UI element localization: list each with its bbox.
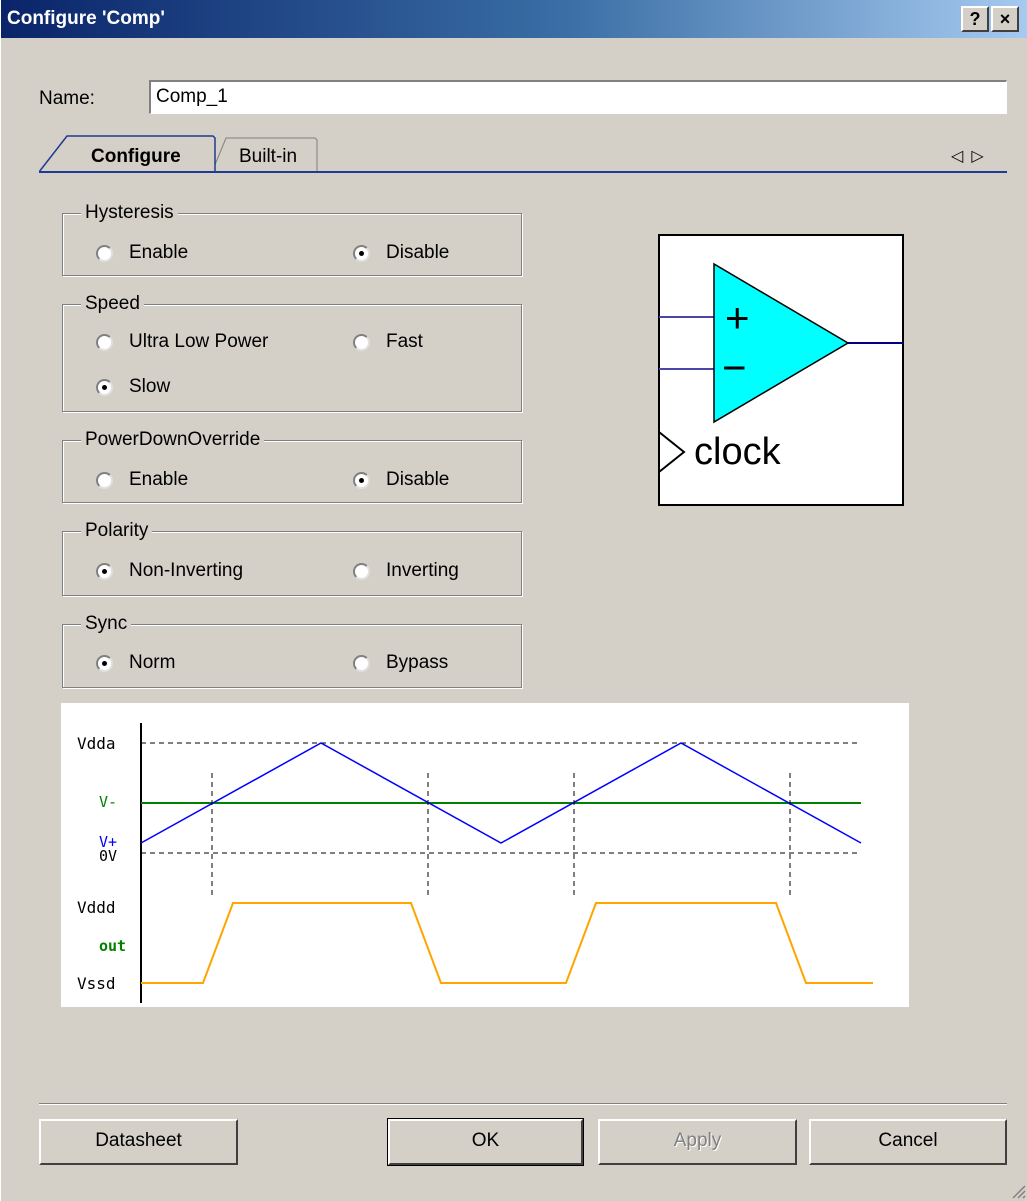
close-button[interactable]: × xyxy=(991,6,1019,32)
radio-selected-icon xyxy=(353,244,370,262)
ok-button[interactable]: OK xyxy=(387,1118,584,1166)
radio-polarity-non-inverting[interactable]: Non-Inverting xyxy=(96,560,243,582)
tab-underline xyxy=(39,171,1007,173)
group-hysteresis: Hysteresis Enable Disable xyxy=(62,202,522,276)
configure-dialog: Configure 'Comp' ? × Name: Comp_1 Config… xyxy=(0,0,1027,1201)
radio-selected-icon xyxy=(96,562,113,580)
radio-speed-slow[interactable]: Slow xyxy=(96,376,170,398)
plus-sign: + xyxy=(725,294,750,341)
help-button[interactable]: ? xyxy=(961,6,989,32)
label-vminus: V- xyxy=(99,793,117,811)
group-powerdownoverride: PowerDownOverride Enable Disable xyxy=(62,429,522,503)
radio-hysteresis-enable[interactable]: Enable xyxy=(96,242,188,264)
radio-circle-icon xyxy=(353,562,370,580)
radio-selected-icon xyxy=(96,654,113,672)
apply-button[interactable]: Apply xyxy=(598,1119,797,1165)
radio-circle-icon xyxy=(96,333,113,351)
timing-diagram: Vdda V- V+ 0V Vddd out Vssd xyxy=(61,703,909,1007)
name-label: Name: xyxy=(39,88,95,109)
radio-powerdown-disable[interactable]: Disable xyxy=(353,469,449,491)
group-speed: Speed Ultra Low Power Fast Slow xyxy=(62,293,522,412)
radio-hysteresis-disable[interactable]: Disable xyxy=(353,242,449,264)
arrow-right-icon[interactable]: ▷ xyxy=(971,148,991,165)
radio-sync-norm[interactable]: Norm xyxy=(96,652,175,674)
title-bar[interactable]: Configure 'Comp' ? × xyxy=(1,0,1027,38)
radio-circle-icon xyxy=(353,654,370,672)
group-title: Polarity xyxy=(81,520,153,542)
group-title: PowerDownOverride xyxy=(81,429,265,451)
arrow-left-icon[interactable]: ◁ xyxy=(951,148,971,165)
label-vssd: Vssd xyxy=(77,974,116,993)
group-sync: Sync Norm Bypass xyxy=(62,613,522,688)
radio-selected-icon xyxy=(96,378,113,396)
window-title: Configure 'Comp' xyxy=(7,8,165,29)
cancel-button[interactable]: Cancel xyxy=(809,1119,1007,1165)
minus-sign: − xyxy=(722,344,747,391)
group-title: Sync xyxy=(81,613,132,635)
radio-speed-fast[interactable]: Fast xyxy=(353,331,423,353)
tab-built-in[interactable]: Built-in xyxy=(239,146,297,168)
radio-circle-icon xyxy=(96,471,113,489)
button-separator xyxy=(39,1103,1007,1105)
label-out: out xyxy=(99,937,126,955)
tab-scroll-arrows: ◁▷ xyxy=(951,146,992,166)
tab-configure[interactable]: Configure xyxy=(91,146,181,168)
label-vddd: Vddd xyxy=(77,898,116,917)
group-title: Speed xyxy=(81,293,144,315)
name-input[interactable]: Comp_1 xyxy=(149,80,1007,114)
radio-selected-icon xyxy=(353,471,370,489)
radio-circle-icon xyxy=(96,244,113,262)
label-vdda: Vdda xyxy=(77,734,116,753)
radio-polarity-inverting[interactable]: Inverting xyxy=(353,560,459,582)
group-title: Hysteresis xyxy=(81,202,178,224)
group-polarity: Polarity Non-Inverting Inverting xyxy=(62,520,522,596)
comparator-symbol: + − clock xyxy=(658,234,904,506)
label-0v: 0V xyxy=(99,847,117,865)
radio-speed-ultra-low-power[interactable]: Ultra Low Power xyxy=(96,331,268,353)
radio-circle-icon xyxy=(353,333,370,351)
resize-grip-icon[interactable] xyxy=(1010,1183,1026,1199)
datasheet-button[interactable]: Datasheet xyxy=(39,1119,238,1165)
clock-label: clock xyxy=(694,431,782,473)
radio-sync-bypass[interactable]: Bypass xyxy=(353,652,448,674)
radio-powerdown-enable[interactable]: Enable xyxy=(96,469,188,491)
